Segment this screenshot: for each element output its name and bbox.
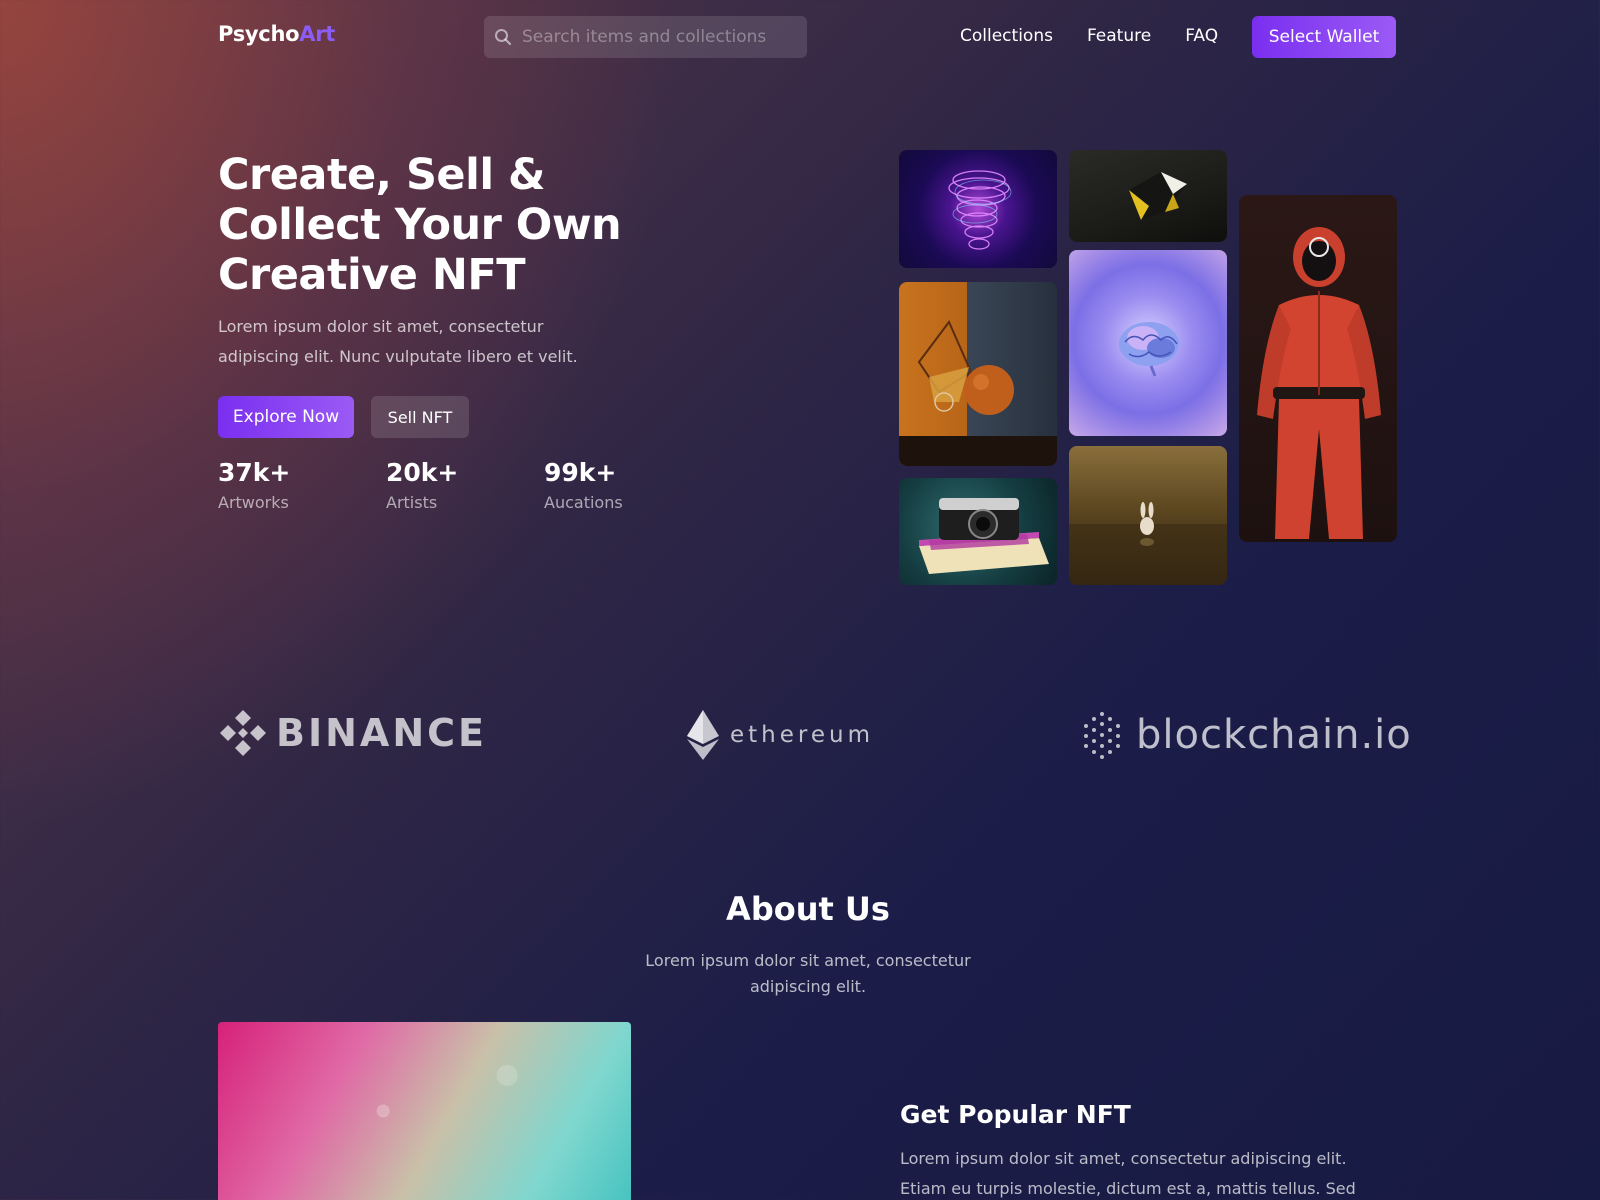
tiny-rabbit-art-icon — [1069, 502, 1227, 585]
partner-ethereum-label: ethereum — [730, 722, 874, 748]
about-title: About Us — [726, 890, 890, 928]
black-gold-geometric-art-icon — [1129, 172, 1187, 220]
nav-link-collections[interactable]: Collections — [960, 26, 1053, 46]
top-navigation: PsychoArt Collections Feature FAQ Select… — [0, 0, 1600, 72]
explore-now-button[interactable]: Explore Now — [218, 396, 354, 438]
nft-tile-geometric[interactable] — [1069, 150, 1227, 242]
nav-link-faq[interactable]: FAQ — [1185, 26, 1218, 46]
stat-value: 37k+ — [218, 458, 291, 487]
sell-nft-button[interactable]: Sell NFT — [371, 396, 469, 438]
search-bar[interactable] — [484, 16, 807, 58]
partner-binance[interactable]: BINANCE — [218, 708, 487, 758]
red-jumpsuit-figure-art-icon — [1257, 227, 1381, 539]
brand-logo[interactable]: PsychoArt — [218, 22, 335, 46]
camera-on-book-art-icon — [919, 498, 1049, 574]
stat-artworks: 37k+ Artworks — [218, 458, 290, 512]
partner-ethereum[interactable]: ethereum — [686, 710, 874, 760]
select-wallet-button[interactable]: Select Wallet — [1252, 16, 1396, 58]
nft-tile-camera-book[interactable] — [899, 478, 1057, 585]
popular-nft-description: Lorem ipsum dolor sit amet, consectetur … — [900, 1149, 1356, 1198]
stat-value: 20k+ — [386, 458, 459, 487]
brain-art-icon — [1119, 322, 1179, 377]
glitch-skull-art-icon — [948, 170, 1012, 250]
brand-name-main: Psycho — [218, 22, 300, 46]
nft-tile-tiny-rabbit[interactable] — [1069, 446, 1227, 585]
about-image — [218, 1022, 631, 1200]
stat-auctions: 99k+ Aucations — [544, 458, 623, 512]
binance-logo-icon — [220, 710, 266, 756]
nft-tile-glitch-skull[interactable] — [899, 150, 1057, 268]
search-input[interactable] — [522, 27, 792, 47]
partner-binance-label: BINANCE — [276, 711, 487, 755]
nft-tile-red-figure[interactable] — [1239, 195, 1397, 542]
stat-label: Artists — [386, 493, 438, 512]
stat-label: Artworks — [218, 493, 289, 512]
nft-tile-brain[interactable] — [1069, 250, 1227, 436]
brand-name-accent: Art — [299, 22, 335, 46]
popular-nft-title: Get Popular NFT — [900, 1100, 1131, 1129]
nft-tile-sphere-still-life[interactable] — [899, 282, 1057, 466]
stat-label: Aucations — [544, 493, 623, 512]
about-description: Lorem ipsum dolor sit amet, consectetur … — [645, 951, 971, 996]
hero-description: Lorem ipsum dolor sit amet, consectetur … — [218, 317, 578, 366]
partner-blockchain-label: blockchain.io — [1136, 712, 1412, 758]
stat-value: 99k+ — [544, 458, 617, 487]
blockchain-logo-icon — [1084, 712, 1120, 759]
nav-link-feature[interactable]: Feature — [1087, 26, 1151, 46]
nav-links: Collections Feature FAQ — [960, 26, 1218, 46]
orange-sphere-still-life-art-icon — [899, 320, 1057, 466]
search-icon — [495, 29, 512, 46]
partner-blockchain[interactable]: blockchain.io — [1080, 710, 1412, 760]
ethereum-logo-icon — [687, 710, 719, 760]
stat-artists: 20k+ Artists — [386, 458, 458, 512]
hero-title: Create, Sell & Collect Your Own Creative… — [218, 150, 622, 300]
